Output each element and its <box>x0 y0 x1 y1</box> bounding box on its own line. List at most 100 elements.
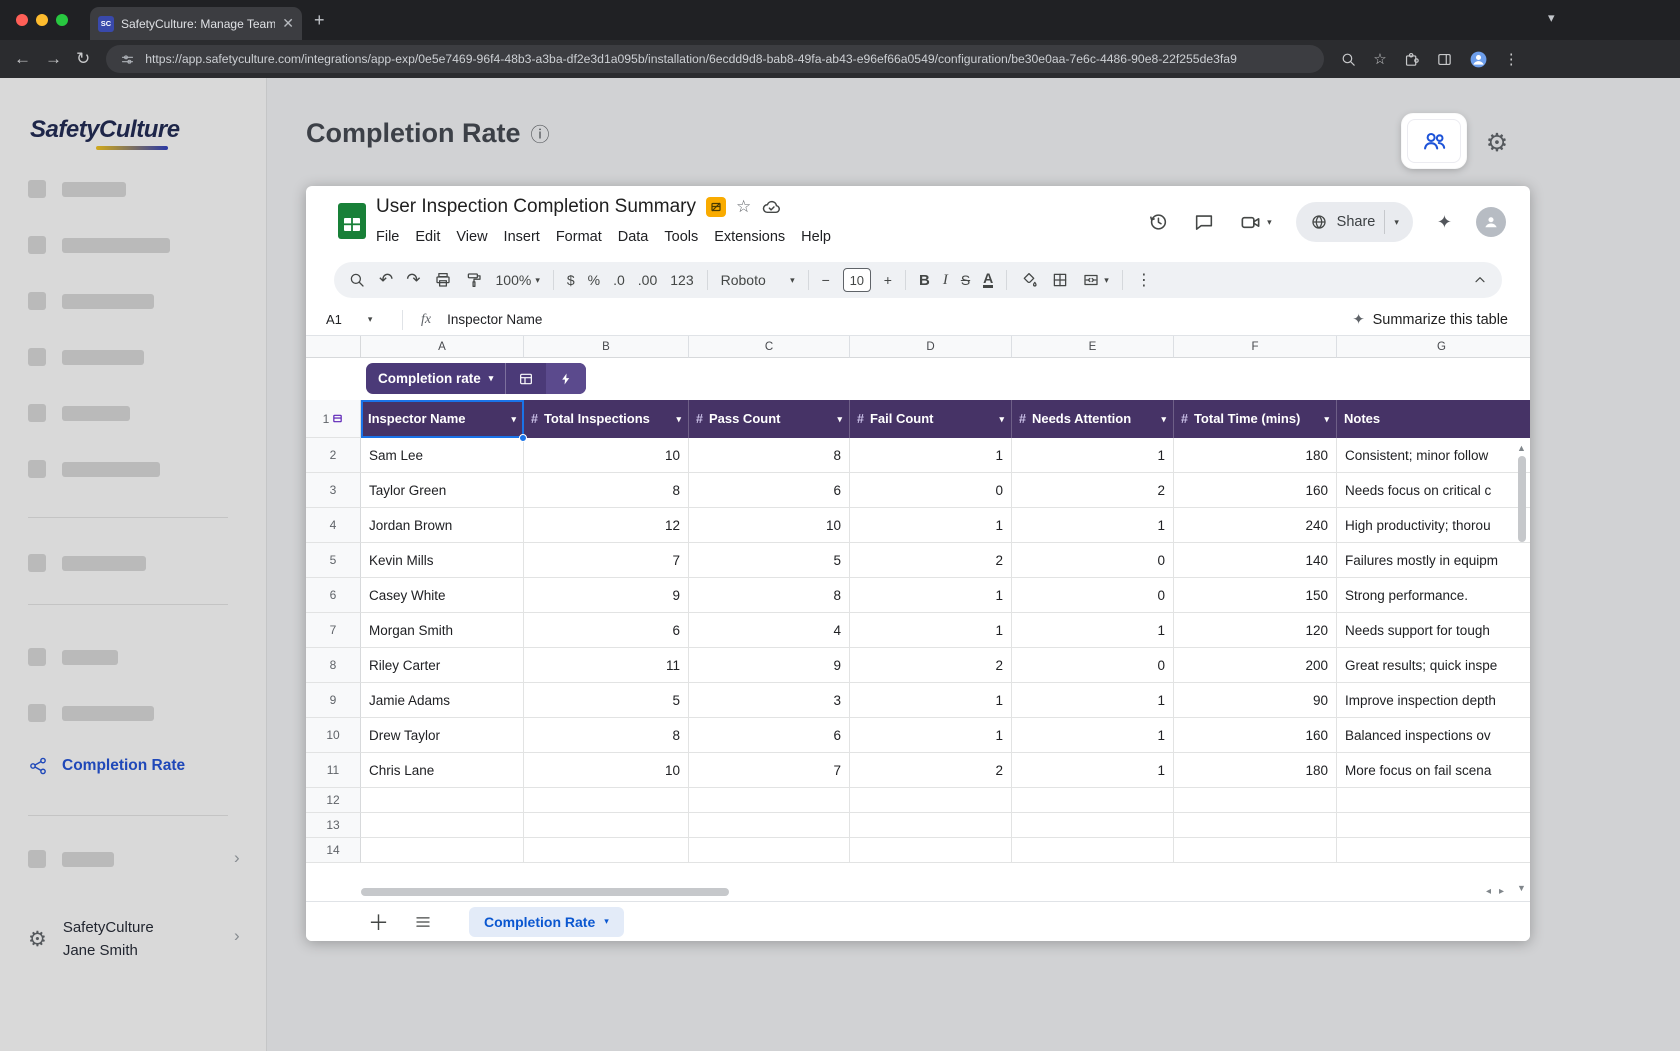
cell[interactable] <box>524 788 689 813</box>
menu-file[interactable]: File <box>368 226 407 248</box>
column-header-G[interactable]: G <box>1337 336 1530 358</box>
cell[interactable]: 160 <box>1174 473 1337 508</box>
cell[interactable]: 160 <box>1174 718 1337 753</box>
search-icon[interactable] <box>348 271 366 289</box>
share-button[interactable]: Share ▾ <box>1296 202 1413 242</box>
bold-button[interactable]: B <box>919 272 930 289</box>
cell[interactable] <box>689 838 850 863</box>
cell[interactable]: 1 <box>1012 753 1174 788</box>
header-cell-total-time-mins[interactable]: #Total Time (mins)▾ <box>1174 400 1337 438</box>
browser-menu-icon[interactable]: ⋮ <box>1504 50 1519 68</box>
cell[interactable]: 140 <box>1174 543 1337 578</box>
horizontal-scrollbar[interactable]: ◂ ▸ <box>306 887 1530 897</box>
header-cell-fail-count[interactable]: #Fail Count▾ <box>850 400 1012 438</box>
cell[interactable]: 10 <box>524 753 689 788</box>
fill-handle[interactable] <box>519 434 527 442</box>
cell[interactable] <box>1337 813 1530 838</box>
gemini-sparkle-icon[interactable]: ✦ <box>1437 212 1452 233</box>
meet-button[interactable]: ▾ <box>1239 211 1272 234</box>
column-dropdown-icon[interactable]: ▾ <box>676 414 681 425</box>
header-cell-needs-attention[interactable]: #Needs Attention▾ <box>1012 400 1174 438</box>
cell[interactable]: 240 <box>1174 508 1337 543</box>
cell[interactable]: 4 <box>689 613 850 648</box>
cell[interactable]: 2 <box>850 648 1012 683</box>
row-header-14[interactable]: 14 <box>306 838 361 863</box>
cell[interactable]: 12 <box>524 508 689 543</box>
cell[interactable]: 1 <box>850 578 1012 613</box>
header-cell-total-inspections[interactable]: #Total Inspections▾ <box>524 400 689 438</box>
cell[interactable] <box>689 788 850 813</box>
column-dropdown-icon[interactable]: ▾ <box>999 414 1004 425</box>
row-header-9[interactable]: 9 <box>306 683 361 718</box>
formula-input[interactable]: Inspector Name <box>447 312 542 327</box>
column-header-C[interactable]: C <box>689 336 850 358</box>
cell[interactable]: 1 <box>1012 613 1174 648</box>
cell[interactable]: Morgan Smith <box>361 613 524 648</box>
cell[interactable]: Chris Lane <box>361 753 524 788</box>
sheet-tab-completion-rate[interactable]: Completion Rate ▾ <box>469 907 624 937</box>
cell[interactable]: 11 <box>524 648 689 683</box>
manage-teams-button[interactable] <box>1407 119 1461 163</box>
cell[interactable]: 1 <box>850 438 1012 473</box>
cell[interactable]: 2 <box>850 753 1012 788</box>
text-color-button[interactable]: A <box>983 272 993 288</box>
document-title[interactable]: User Inspection Completion Summary <box>376 196 696 218</box>
cell[interactable]: Improve inspection depth <box>1337 683 1530 718</box>
zoom-select[interactable]: 100%▾ <box>496 272 540 288</box>
column-header-B[interactable]: B <box>524 336 689 358</box>
cell[interactable] <box>689 813 850 838</box>
cell[interactable]: 6 <box>524 613 689 648</box>
cell[interactable]: Great results; quick inspe <box>1337 648 1530 683</box>
fill-color-icon[interactable] <box>1020 271 1038 289</box>
cell[interactable]: Kevin Mills <box>361 543 524 578</box>
cell[interactable]: More focus on fail scena <box>1337 753 1530 788</box>
cell[interactable]: 0 <box>1012 578 1174 613</box>
cell[interactable] <box>361 838 524 863</box>
cell[interactable] <box>850 813 1012 838</box>
connected-table-chip[interactable]: Completion rate ▾ <box>366 363 586 394</box>
column-header-D[interactable]: D <box>850 336 1012 358</box>
column-dropdown-icon[interactable]: ▾ <box>1161 414 1166 425</box>
tab-search-icon[interactable]: ▾ <box>1548 10 1555 26</box>
scroll-up-icon[interactable]: ▲ <box>1517 442 1526 454</box>
cell[interactable] <box>1337 838 1530 863</box>
row-header-1[interactable]: 1 <box>306 400 361 438</box>
row-header-10[interactable]: 10 <box>306 718 361 753</box>
column-dropdown-icon[interactable]: ▾ <box>1324 414 1329 425</box>
row-header-2[interactable]: 2 <box>306 438 361 473</box>
vertical-scrollbar[interactable]: ▲ ▼ <box>1516 442 1527 894</box>
cell[interactable]: 6 <box>689 718 850 753</box>
cell[interactable]: 1 <box>1012 683 1174 718</box>
site-info-icon[interactable] <box>120 52 135 67</box>
cell[interactable]: Consistent; minor follow <box>1337 438 1530 473</box>
column-header-F[interactable]: F <box>1174 336 1337 358</box>
cell[interactable] <box>1174 813 1337 838</box>
cell[interactable]: Taylor Green <box>361 473 524 508</box>
select-all-corner[interactable] <box>306 336 361 358</box>
cell[interactable]: 1 <box>1012 438 1174 473</box>
cell[interactable] <box>524 813 689 838</box>
cell[interactable]: 6 <box>689 473 850 508</box>
add-sheet-icon[interactable]: ＋ <box>368 907 389 937</box>
decrease-font-size-button[interactable]: − <box>822 272 830 288</box>
row-header-11[interactable]: 11 <box>306 753 361 788</box>
forward-icon[interactable]: → <box>45 49 62 69</box>
row-header-12[interactable]: 12 <box>306 788 361 813</box>
name-box[interactable]: A1 ▾ <box>306 312 402 327</box>
comments-icon[interactable] <box>1193 211 1215 233</box>
increase-font-size-button[interactable]: + <box>884 272 892 288</box>
cell[interactable] <box>1012 788 1174 813</box>
cell[interactable]: Riley Carter <box>361 648 524 683</box>
cell[interactable]: 5 <box>689 543 850 578</box>
merge-cells-button[interactable]: ▾ <box>1082 271 1109 289</box>
cell[interactable]: 10 <box>689 508 850 543</box>
extensions-icon[interactable] <box>1403 51 1420 68</box>
cell[interactable]: High productivity; thorou <box>1337 508 1530 543</box>
restricted-badge-icon[interactable] <box>706 197 726 217</box>
cell[interactable]: 8 <box>689 578 850 613</box>
row-header-7[interactable]: 7 <box>306 613 361 648</box>
cell[interactable] <box>1012 838 1174 863</box>
cell[interactable]: 8 <box>524 718 689 753</box>
borders-icon[interactable] <box>1051 271 1069 289</box>
user-avatar[interactable] <box>1476 207 1506 237</box>
